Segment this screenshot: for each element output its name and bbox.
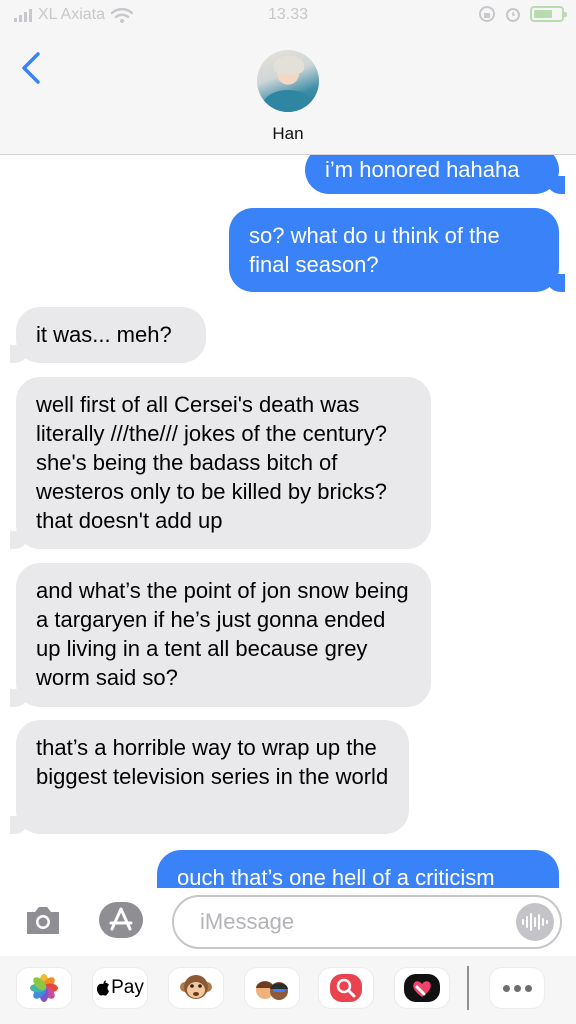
battery-icon [530,6,567,22]
message-bubble-sent[interactable]: so? what do u think of the final season? [229,208,565,292]
chevron-left-icon [22,52,40,84]
animoji-app-button[interactable] [169,968,223,1008]
memoji-stickers-icon [256,981,288,1000]
camera-button[interactable] [24,902,62,938]
digital-touch-button[interactable] [395,968,449,1008]
photos-app-button[interactable] [17,968,71,1008]
more-icon [502,984,532,992]
avatar-body [263,90,313,112]
imessage-input[interactable]: iMessage [172,895,562,949]
status-icons [478,5,567,23]
message-text: ouch that’s one hell of a criticism [177,865,495,890]
audio-message-button[interactable] [516,903,554,941]
apple-logo-icon [97,980,110,996]
status-bar: XL Axiata 13.33 [0,0,576,32]
message-bubble-received[interactable]: that’s a horrible way to wrap up the big… [10,720,409,834]
apple-pay-button[interactable]: Pay [93,968,147,1008]
alarm-icon [506,8,520,22]
avatar-hair [274,56,304,74]
message-text: i’m honored hahaha [325,157,520,182]
conversation-header: XL Axiata 13.33 Han [0,0,576,155]
camera-icon [27,907,59,934]
message-bubble-received[interactable]: and what’s the point of jon snow being a… [10,563,431,707]
memoji-stickers-button[interactable] [245,968,299,1008]
apple-pay-icon: Pay [96,977,144,999]
message-bubble-received[interactable]: it was... meh? [10,307,206,363]
message-bubble-received[interactable]: well first of all Cersei's death was lit… [10,377,431,549]
monkey-memoji-icon [180,975,212,999]
message-text: well first of all Cersei's death was lit… [36,392,387,533]
contact-name[interactable]: Han [0,124,576,144]
message-text: and what’s the point of jon snow being a… [36,578,409,690]
digital-touch-icon [404,974,440,1002]
app-store-button[interactable] [97,900,145,940]
image-search-button[interactable] [319,968,373,1008]
photos-icon [30,974,58,1002]
imessage-placeholder: iMessage [200,909,295,934]
back-button[interactable] [18,50,46,86]
message-text: so? what do u think of the final season? [249,223,500,277]
drawer-divider [467,966,469,1010]
message-text: that’s a horrible way to wrap up the big… [36,735,389,789]
search-images-icon [330,974,362,1002]
contact-avatar[interactable] [257,50,319,112]
pay-label: Pay [111,977,144,998]
waveform-icon [522,913,548,931]
message-text: it was... meh? [36,322,172,347]
rotation-lock-icon [479,6,495,22]
app-store-icon [99,902,143,938]
more-apps-button[interactable] [490,968,544,1008]
